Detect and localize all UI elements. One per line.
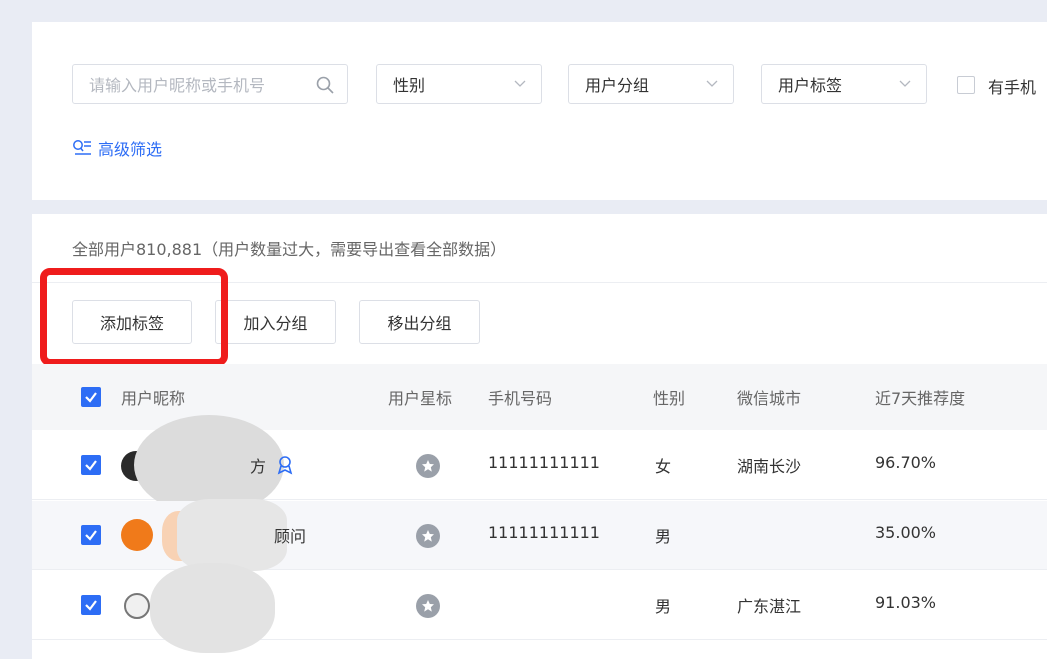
star-icon[interactable]	[416, 454, 440, 478]
avatar	[124, 593, 150, 619]
chevron-down-icon	[899, 80, 911, 87]
row-checkbox[interactable]	[81, 455, 101, 475]
has-phone-checkbox[interactable]	[957, 76, 975, 94]
recommend-cell: 91.03%	[875, 593, 937, 612]
advanced-filter-link[interactable]: 高级筛选	[72, 136, 162, 160]
star-icon[interactable]	[416, 594, 440, 618]
advanced-filter-label: 高级筛选	[98, 140, 163, 159]
column-recommend: 近7天推荐度	[875, 389, 966, 408]
join-group-button[interactable]: 加入分组	[215, 300, 336, 344]
redacted-name-blur	[177, 499, 287, 571]
search-icon[interactable]	[315, 75, 335, 95]
nickname-text: 顾问	[274, 527, 307, 546]
user-count-summary: 全部用户810,881（用户数量过大，需要导出查看全部数据）	[72, 240, 507, 259]
recommend-cell: 96.70%	[875, 453, 937, 472]
select-all-checkbox[interactable]	[81, 387, 101, 407]
gender-cell: 男	[655, 527, 672, 546]
gender-cell: 男	[655, 597, 672, 616]
search-input[interactable]: 请输入用户昵称或手机号	[72, 64, 348, 104]
table-row[interactable]: 顾问 11111111111 男 35.00%	[32, 499, 1047, 571]
table-row[interactable]: 男 广东湛江 91.03%	[32, 563, 1047, 653]
column-nickname: 用户昵称	[121, 389, 186, 408]
city-cell: 湖南长沙	[737, 457, 802, 476]
remove-group-button[interactable]: 移出分组	[359, 300, 480, 344]
phone-cell: 11111111111	[488, 523, 600, 542]
filter-icon	[73, 140, 91, 155]
check-icon	[85, 530, 97, 541]
gender-cell: 女	[655, 457, 672, 476]
column-wechat-city: 微信城市	[737, 389, 802, 408]
avatar	[121, 519, 153, 551]
member-badge-icon	[277, 456, 293, 475]
has-phone-label: 有手机	[988, 78, 1037, 97]
check-icon	[85, 392, 97, 403]
gender-select[interactable]: 性别	[376, 64, 542, 104]
city-cell: 广东湛江	[737, 597, 802, 616]
column-star: 用户星标	[388, 389, 453, 408]
table-row[interactable]: 方 11111111111 女 湖南长沙 96.70%	[32, 415, 1047, 515]
highlight-annotation-box	[40, 268, 228, 366]
recommend-cell: 35.00%	[875, 523, 937, 542]
row-checkbox[interactable]	[81, 525, 101, 545]
row-checkbox[interactable]	[81, 595, 101, 615]
column-phone: 手机号码	[488, 389, 553, 408]
gender-select-label: 性别	[393, 76, 426, 95]
star-icon[interactable]	[416, 524, 440, 548]
tag-select-label: 用户标签	[778, 76, 843, 95]
filter-panel: 请输入用户昵称或手机号 性别 用户分组 用户标签 有手机 高级筛选	[32, 22, 1047, 200]
group-select[interactable]: 用户分组	[568, 64, 734, 104]
chevron-down-icon	[706, 80, 718, 87]
check-icon	[85, 460, 97, 471]
nickname-text: 方	[250, 457, 267, 476]
user-list-panel: 全部用户810,881（用户数量过大，需要导出查看全部数据） 添加标签 加入分组…	[32, 214, 1047, 659]
chevron-down-icon	[514, 80, 526, 87]
column-gender: 性别	[653, 389, 686, 408]
search-placeholder: 请输入用户昵称或手机号	[89, 76, 266, 95]
check-icon	[85, 600, 97, 611]
phone-cell: 11111111111	[488, 453, 600, 472]
tag-select[interactable]: 用户标签	[761, 64, 927, 104]
redacted-name-blur	[150, 563, 275, 653]
group-select-label: 用户分组	[585, 76, 650, 95]
